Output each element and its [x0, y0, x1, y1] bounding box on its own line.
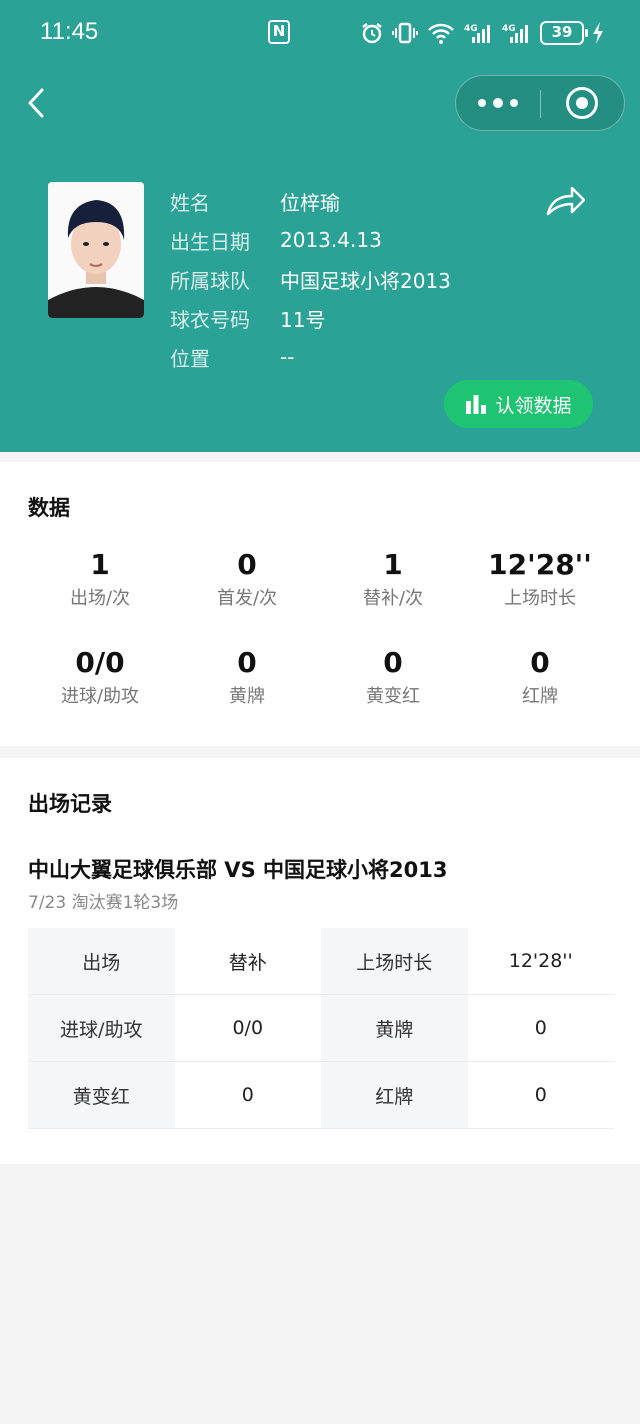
svg-text:4G: 4G [502, 24, 516, 34]
stat-value: 12'28'' [488, 548, 592, 581]
charging-icon [593, 22, 603, 44]
status-time: 11:45 [40, 18, 99, 45]
table-row: 进球/助攻 0/0 黄牌 0 [28, 995, 614, 1062]
team-name: 中国足球小将2013 [280, 268, 451, 293]
signal-4g-icon: 4G [464, 24, 490, 43]
stat-value: 0/0 [75, 646, 125, 679]
match-title[interactable]: 中山大翼足球俱乐部 VS 中国足球小将2013 [28, 854, 447, 884]
records-title: 出场记录 [28, 792, 112, 816]
stat-label: 黄牌 [229, 686, 265, 707]
stats-title: 数据 [28, 496, 70, 520]
mini-program-capsule [455, 75, 625, 131]
stat-subs: 1 替补/次 [313, 548, 473, 610]
bar-chart-icon [466, 395, 487, 414]
info-row-name: 姓名 位梓瑜 [170, 186, 340, 216]
info-row-birth: 出生日期 2013.4.13 [170, 225, 382, 255]
grid-label: 红牌 [321, 1062, 468, 1128]
info-row-team: 所属球队 中国足球小将2013 [170, 264, 451, 294]
back-chevron-icon[interactable] [20, 84, 60, 124]
stat-appearances: 1 出场/次 [20, 548, 180, 610]
stat-label: 出场/次 [69, 588, 131, 609]
wifi-icon [428, 23, 454, 44]
more-dots-icon[interactable] [456, 76, 540, 130]
stats-card: 数据 1 出场/次 0 首发/次 1 替补/次 12'28'' 上场时长 0/0… [0, 462, 640, 746]
capsule-divider [540, 90, 541, 118]
alarm-icon [362, 23, 382, 44]
stat-red-cards: 0 红牌 [460, 646, 620, 708]
info-label: 位置 [170, 346, 210, 371]
player-name: 位梓瑜 [280, 190, 340, 215]
share-arrow-icon[interactable] [544, 184, 588, 218]
info-label: 球衣号码 [170, 307, 250, 332]
stat-label: 首发/次 [216, 588, 278, 609]
grid-label: 进球/助攻 [28, 995, 175, 1061]
player-photo [48, 182, 144, 318]
grid-label: 上场时长 [321, 928, 468, 994]
claim-data-label: 认领数据 [495, 394, 572, 417]
stat-value: 0 [237, 548, 257, 581]
info-row-position: 位置 -- [170, 342, 294, 372]
jersey-number: 11号 [280, 307, 326, 332]
stat-label: 红牌 [522, 686, 558, 707]
info-label: 姓名 [170, 190, 210, 215]
status-bar: 11:45 N 4G 4G 39 [0, 0, 640, 66]
claim-data-button[interactable]: 认领数据 [444, 380, 593, 428]
grid-label: 出场 [28, 928, 175, 994]
stat-yellow-cards: 0 黄牌 [167, 646, 327, 708]
capsule-close-icon[interactable] [566, 87, 598, 119]
stat-label: 黄变红 [366, 686, 420, 707]
stat-value: 0 [383, 646, 403, 679]
stat-minutes: 12'28'' 上场时长 [460, 548, 620, 610]
grid-value: 0 [241, 1084, 254, 1106]
grid-value: 12'28'' [508, 950, 573, 972]
stat-label: 替补/次 [362, 588, 424, 609]
table-row: 出场 替补 上场时长 12'28'' [28, 928, 614, 995]
player-header: 11:45 N 4G 4G 39 姓名 位梓瑜 出生日期 2013.4.13 所… [0, 0, 640, 452]
stat-starts: 0 首发/次 [167, 548, 327, 610]
match-subtitle: 7/23 淘汰赛1轮3场 [28, 893, 179, 913]
vibrate-icon [392, 22, 418, 44]
stat-value: 1 [383, 548, 403, 581]
status-icons: 4G 4G 39 [360, 18, 604, 48]
info-label: 所属球队 [170, 268, 250, 293]
match-stats-grid: 出场 替补 上场时长 12'28'' 进球/助攻 0/0 黄牌 0 黄变红 0 … [28, 928, 614, 1129]
battery-icon: 39 [540, 21, 588, 45]
info-row-number: 球衣号码 11号 [170, 303, 325, 333]
table-row: 黄变红 0 红牌 0 [28, 1062, 614, 1129]
svg-text:4G: 4G [464, 24, 478, 34]
grid-label: 黄牌 [321, 995, 468, 1061]
grid-label: 黄变红 [28, 1062, 175, 1128]
stat-label: 进球/助攻 [60, 686, 140, 707]
stat-value: 0 [530, 646, 550, 679]
stat-goals-assists: 0/0 进球/助攻 [20, 646, 180, 708]
birth-date: 2013.4.13 [280, 228, 382, 252]
nfc-icon: N [268, 20, 290, 44]
info-label: 出生日期 [170, 229, 250, 254]
stat-value: 0 [237, 646, 257, 679]
stat-second-yellow: 0 黄变红 [313, 646, 473, 708]
signal-4g-icon-2: 4G [502, 24, 528, 43]
stat-value: 1 [90, 548, 110, 581]
position-value: -- [280, 345, 295, 369]
stat-label: 上场时长 [504, 588, 576, 609]
grid-value: 替补 [228, 951, 267, 974]
grid-value: 0 [534, 1084, 547, 1106]
grid-value: 0/0 [232, 1017, 264, 1039]
grid-value: 0 [534, 1017, 547, 1039]
